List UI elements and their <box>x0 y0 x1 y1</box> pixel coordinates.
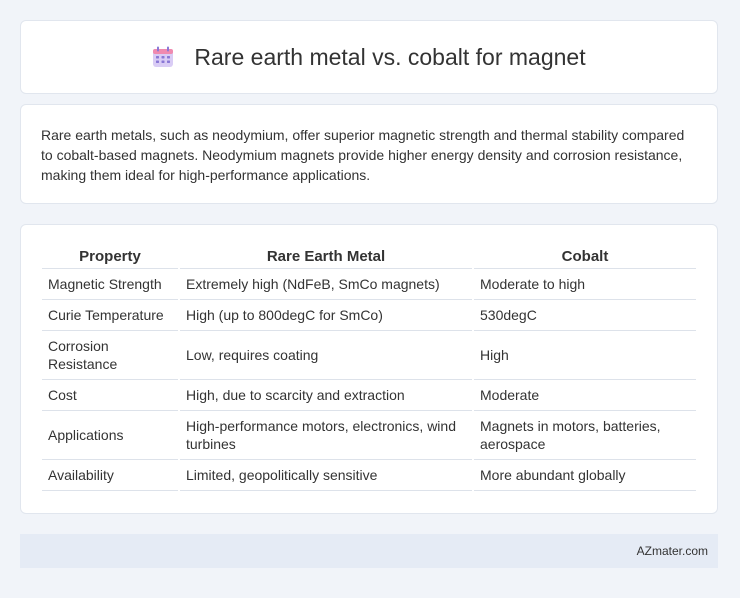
table-cell: Limited, geopolitically sensitive <box>180 460 472 491</box>
column-header-rare-earth: Rare Earth Metal <box>180 247 472 269</box>
table-row: Cost High, due to scarcity and extractio… <box>42 380 696 411</box>
table-row: Applications High-performance motors, el… <box>42 411 696 460</box>
table-cell: Moderate to high <box>474 269 696 300</box>
page-title: Rare earth metal vs. cobalt for magnet <box>194 43 586 70</box>
table-cell: Moderate <box>474 380 696 411</box>
footer: AZmater.com <box>20 534 718 568</box>
intro-text: Rare earth metals, such as neodymium, of… <box>41 127 685 183</box>
table-row: Corrosion Resistance Low, requires coati… <box>42 331 696 380</box>
table-cell: Applications <box>42 411 178 460</box>
table-row: Magnetic Strength Extremely high (NdFeB,… <box>42 269 696 300</box>
table-header-row: Property Rare Earth Metal Cobalt <box>42 247 696 269</box>
table-cell: Low, requires coating <box>180 331 472 380</box>
table-cell: Magnets in motors, batteries, aerospace <box>474 411 696 460</box>
footer-brand: AZmater.com <box>636 544 708 558</box>
table-cell: 530degC <box>474 300 696 331</box>
table-cell: Availability <box>42 460 178 491</box>
table-cell: High, due to scarcity and extraction <box>180 380 472 411</box>
table-cell: Magnetic Strength <box>42 269 178 300</box>
table-cell: High (up to 800degC for SmCo) <box>180 300 472 331</box>
table-row: Availability Limited, geopolitically sen… <box>42 460 696 491</box>
table-row: Curie Temperature High (up to 800degC fo… <box>42 300 696 331</box>
column-header-property: Property <box>42 247 178 269</box>
table-cell: Corrosion Resistance <box>42 331 178 380</box>
title-card: Rare earth metal vs. cobalt for magnet <box>20 20 718 94</box>
table-cell: High <box>474 331 696 380</box>
comparison-table: Property Rare Earth Metal Cobalt Magneti… <box>40 247 698 491</box>
table-cell: Curie Temperature <box>42 300 178 331</box>
comparison-table-card: Property Rare Earth Metal Cobalt Magneti… <box>20 224 718 514</box>
table-cell: Cost <box>42 380 178 411</box>
table-cell: High-performance motors, electronics, wi… <box>180 411 472 460</box>
column-header-cobalt: Cobalt <box>474 247 696 269</box>
table-cell: More abundant globally <box>474 460 696 491</box>
table-cell: Extremely high (NdFeB, SmCo magnets) <box>180 269 472 300</box>
intro-card: Rare earth metals, such as neodymium, of… <box>20 104 718 204</box>
calendar-icon <box>152 46 174 68</box>
